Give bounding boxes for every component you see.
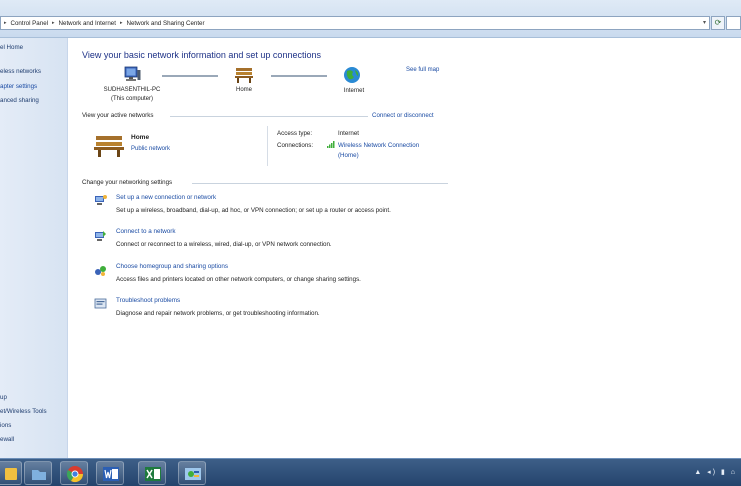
sidebar: el Home eless networks apter settings an…	[0, 38, 68, 458]
system-tray[interactable]: ▲ ◂) ▮ ⌂	[694, 468, 737, 476]
homegroup-icon[interactable]	[94, 265, 107, 277]
wireless-connection-link[interactable]: Wireless Network Connection	[338, 142, 419, 149]
excel-icon[interactable]	[138, 461, 166, 485]
access-type-value: Internet	[338, 130, 359, 137]
see-full-map-link[interactable]: See full map	[406, 67, 439, 73]
connect-network-icon[interactable]	[94, 230, 107, 242]
new-connection-icon[interactable]	[94, 194, 107, 206]
breadcrumb-separator: ▸	[4, 20, 7, 26]
computer-name-label: SUDHASENTHIL-PC	[103, 87, 161, 93]
access-type-label: Access type:	[277, 130, 313, 137]
page-title: View your basic network information and …	[82, 50, 321, 60]
breadcrumb-control-panel[interactable]: Control Panel	[11, 20, 49, 27]
task-troubleshoot-desc: Diagnose and repair network problems, or…	[116, 310, 320, 317]
address-bar-region: ▸ Control Panel ▸ Network and Internet ▸…	[0, 0, 741, 38]
breadcrumb-separator: ▸	[52, 20, 55, 26]
computer-sub-label: (This computer)	[110, 96, 153, 102]
taskbar: ▲ ◂) ▮ ⌂	[0, 458, 741, 486]
troubleshoot-icon[interactable]	[94, 298, 107, 310]
network-name: Home	[131, 134, 150, 141]
word-icon[interactable]	[96, 461, 124, 485]
sidebar-item-internet-options[interactable]: ions	[0, 422, 11, 429]
sidebar-item-manage-wireless-networks[interactable]: eless networks	[0, 68, 41, 75]
search-box[interactable]	[726, 16, 741, 30]
divider	[170, 116, 368, 117]
wireless-connection-sub[interactable]: (Home)	[338, 152, 359, 159]
refresh-icon[interactable]: ⟳	[711, 16, 725, 30]
sidebar-item-change-adapter-settings[interactable]: apter settings	[0, 83, 37, 90]
globe-icon[interactable]	[342, 66, 362, 84]
connections-label: Connections:	[277, 142, 314, 149]
divider	[192, 183, 448, 184]
sidebar-item-firewall[interactable]: ewall	[0, 436, 14, 443]
folder-icon[interactable]	[24, 461, 52, 485]
breadcrumb-network-sharing-center[interactable]: Network and Sharing Center	[126, 20, 204, 27]
windows-explorer-icon[interactable]	[0, 461, 22, 485]
change-settings-heading: Change your networking settings	[82, 179, 173, 186]
network-type-link[interactable]: Public network	[131, 146, 170, 152]
main-content: View your basic network information and …	[68, 38, 741, 458]
control-panel-icon[interactable]	[178, 461, 206, 485]
divider	[267, 126, 268, 166]
sidebar-item-control-panel-home[interactable]: el Home	[0, 44, 23, 51]
internet-label: Internet	[343, 88, 365, 94]
connect-or-disconnect-link[interactable]: Connect or disconnect	[372, 112, 434, 119]
task-homegroup-desc: Access files and printers located on oth…	[116, 276, 361, 283]
wireless-signal-icon	[327, 141, 335, 148]
chevron-down-icon[interactable]: ▾	[703, 19, 706, 26]
computer-icon[interactable]	[122, 66, 142, 84]
sidebar-item-advanced-sharing[interactable]: anced sharing	[0, 97, 39, 104]
sidebar-item-homegroup[interactable]: up	[0, 394, 7, 401]
connection-line	[162, 75, 218, 77]
connection-line	[271, 75, 327, 77]
task-setup-connection-link[interactable]: Set up a new connection or network	[116, 194, 216, 201]
address-bar[interactable]: ▸ Control Panel ▸ Network and Internet ▸…	[0, 16, 710, 30]
bench-icon	[94, 136, 124, 157]
breadcrumb-network-and-internet[interactable]: Network and Internet	[59, 20, 116, 27]
bench-icon[interactable]	[234, 66, 254, 84]
chrome-icon[interactable]	[60, 461, 88, 485]
active-networks-heading: View your active networks	[82, 112, 154, 119]
task-homegroup-link[interactable]: Choose homegroup and sharing options	[116, 263, 228, 270]
sidebar-item-wireless-tools[interactable]: et/Wireless Tools	[0, 408, 47, 415]
task-connect-network-link[interactable]: Connect to a network	[116, 228, 176, 235]
task-troubleshoot-link[interactable]: Troubleshoot problems	[116, 297, 180, 304]
task-setup-connection-desc: Set up a wireless, broadband, dial-up, a…	[116, 207, 391, 214]
home-network-label: Home	[235, 87, 252, 93]
breadcrumb-separator: ▸	[119, 20, 123, 26]
task-connect-network-desc: Connect or reconnect to a wireless, wire…	[116, 241, 332, 248]
